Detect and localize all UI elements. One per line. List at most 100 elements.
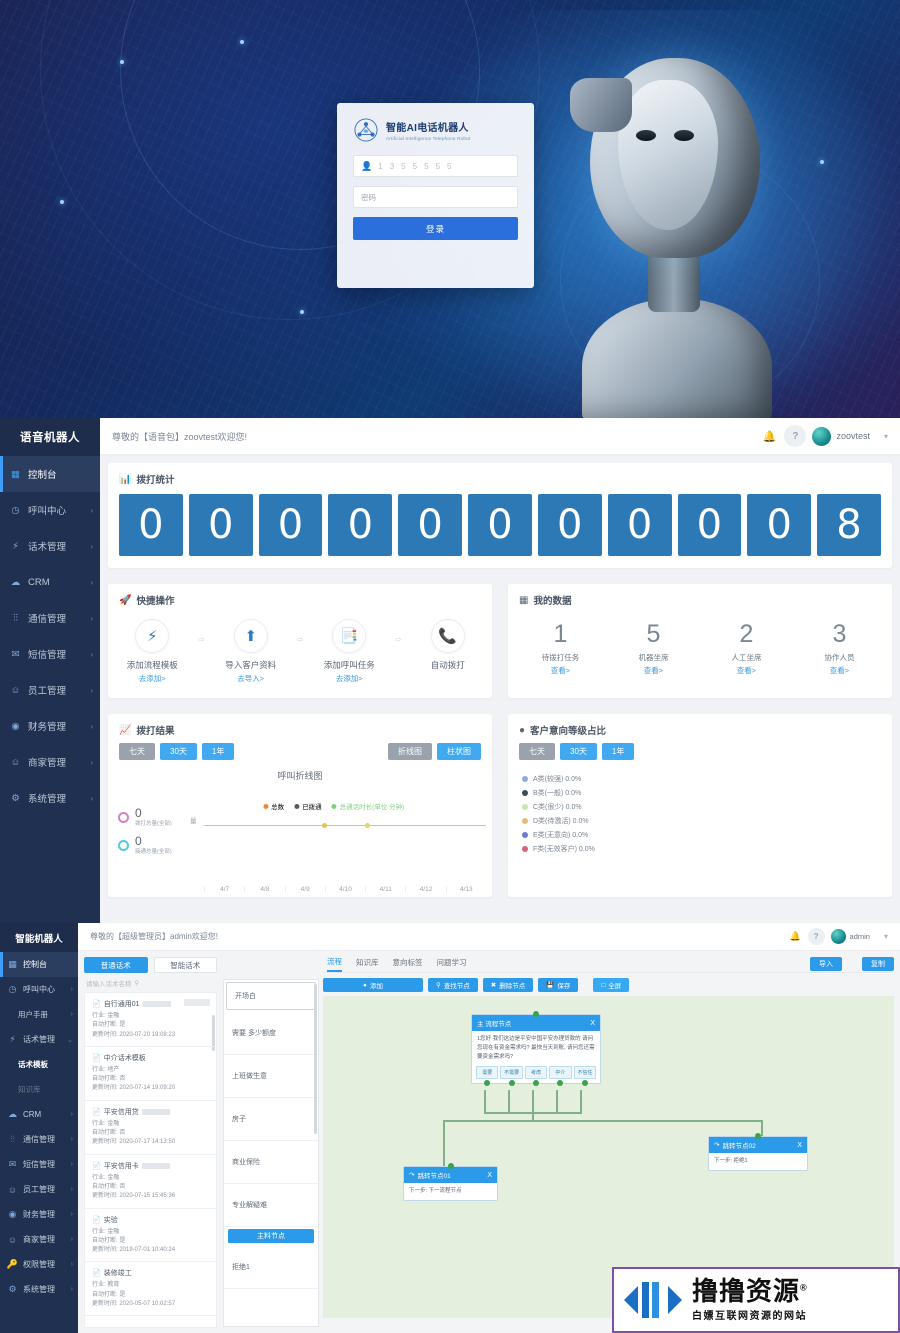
list-item[interactable]: 📄 实验 行业: 金融 自动打断: 是 更新时间: 2019-07-01 10:…	[85, 1209, 216, 1263]
sidebar-item-merchant-mgmt[interactable]: ☺ 商家管理 ›	[0, 744, 100, 780]
node-header[interactable]: ↷ 跳转节点01 X	[404, 1167, 497, 1183]
tab-knowledge-base[interactable]: 知识库	[356, 957, 379, 971]
username-field[interactable]: 👤 1 3 5 5 5 5 5	[353, 155, 518, 177]
node-list-item[interactable]: 房子	[224, 1098, 318, 1141]
list-item[interactable]: 📄 平安信用贷 行业: 金融 自动打断: 否 更新时间: 2020-07-17 …	[85, 1101, 216, 1155]
flow-node-main[interactable]: 主 流程节点 X 1您好 我们这边是平安中国平安办理贷款的 请问您现在有资金需求…	[471, 1011, 601, 1087]
sidebar-item-staff-mgmt[interactable]: ☺ 员工管理 ›	[0, 672, 100, 708]
tab-normal-script[interactable]: 普通话术	[84, 957, 148, 973]
import-button[interactable]: 导入	[810, 956, 842, 971]
node-header[interactable]: ↷ 跳转节点02 X	[709, 1137, 807, 1153]
intent-range-30d[interactable]: 30天	[560, 743, 597, 760]
sidebar-item-comm-mgmt[interactable]: ⫶⫶ 通信管理 ›	[0, 600, 100, 636]
delete-node-button[interactable]: ✖ 删除节点	[482, 978, 534, 992]
node-list-item[interactable]: 专业解疑难	[224, 1184, 318, 1227]
password-field[interactable]: 密码	[353, 186, 518, 208]
quick-action-import-customers[interactable]: ⬆ 导入客户资料 去导入>	[213, 619, 290, 684]
sidebar-item-script-template[interactable]: 话术模板	[0, 1052, 78, 1077]
sidebar-item-sms-mgmt[interactable]: ✉ 短信管理 ›	[0, 636, 100, 672]
node-option[interactable]: 不需要	[500, 1066, 523, 1087]
sidebar-item-console[interactable]: ▦ 控制台	[0, 952, 78, 977]
intent-range-1y[interactable]: 1年	[601, 743, 635, 760]
script-list[interactable]: 📄 自行通用01 行业: 金融 自动打断: 是 更新时间: 2020-07-20…	[84, 992, 217, 1328]
sidebar-item-finance-mgmt[interactable]: ◉ 财务管理 ›	[0, 1202, 78, 1227]
fullscreen-button[interactable]: □ 全屏	[593, 978, 630, 992]
help-icon[interactable]: ?	[807, 928, 825, 945]
sidebar-item-system-mgmt[interactable]: ⚙ 系统管理 ›	[0, 1277, 78, 1302]
node-list-item[interactable]: 需要 多少额度	[224, 1012, 318, 1055]
scrollbar-thumb[interactable]	[314, 984, 317, 1134]
list-item[interactable]: 📄 装修竣工 行业: 教育 自动打断: 是 更新时间: 2020-05-07 1…	[85, 1262, 216, 1317]
close-icon[interactable]: X	[590, 1020, 595, 1027]
stat-link[interactable]: 查看>	[700, 665, 793, 676]
quick-action-link[interactable]: 去添加>	[114, 673, 191, 684]
bell-icon[interactable]: 🔔	[787, 928, 804, 945]
close-icon[interactable]: X	[797, 1142, 802, 1149]
add-node-button[interactable]: ● 添加	[323, 978, 423, 992]
find-node-button[interactable]: ⚲ 查找节点	[428, 978, 478, 992]
node-name-list[interactable]: 开场白 需要 多少额度 上班做生意 房子 商业保险 专业解疑难 主料节点 拒绝1	[223, 979, 319, 1327]
sidebar-item-sms-mgmt[interactable]: ✉ 短信管理 ›	[0, 1152, 78, 1177]
sidebar-item-staff-mgmt[interactable]: ☺ 员工管理 ›	[0, 1177, 78, 1202]
sidebar-item-crm[interactable]: ☁ CRM ›	[0, 1102, 78, 1127]
sidebar-item-crm[interactable]: ☁ CRM ›	[0, 564, 100, 600]
node-list-item[interactable]: 上班做生意	[224, 1055, 318, 1098]
range-button-7d[interactable]: 七天	[119, 743, 155, 760]
stat-link[interactable]: 查看>	[793, 665, 886, 676]
node-option[interactable]: 不信任	[573, 1066, 597, 1087]
sidebar-item-comm-mgmt[interactable]: ⫶⫶ 通信管理 ›	[0, 1127, 78, 1152]
bell-icon[interactable]: 🔔	[758, 425, 780, 447]
help-icon[interactable]: ?	[784, 425, 807, 447]
range-button-30d[interactable]: 30天	[160, 743, 197, 760]
sidebar-item-user-manual[interactable]: 用户手册 ›	[0, 1002, 78, 1027]
node-list-item[interactable]: 开场白	[226, 982, 316, 1010]
chevron-down-icon[interactable]: ▾	[884, 432, 888, 441]
node-option[interactable]: 需要	[476, 1066, 499, 1087]
sidebar-item-system-mgmt[interactable]: ⚙ 系统管理 ›	[0, 780, 100, 816]
node-option[interactable]: 考虑	[524, 1066, 548, 1087]
stat-collaborators[interactable]: 3 协作人员 查看>	[793, 621, 886, 676]
chart-type-line-button[interactable]: 折线图	[388, 743, 432, 760]
avatar[interactable]	[812, 426, 832, 446]
close-icon[interactable]: X	[487, 1172, 492, 1179]
sidebar-item-script-mgmt[interactable]: ⚡ 话术管理 ⌄	[0, 1027, 78, 1052]
avatar[interactable]	[830, 929, 846, 944]
quick-action-link[interactable]: 去添加>	[311, 673, 388, 684]
sidebar-item-call-center[interactable]: ◷ 呼叫中心 ›	[0, 977, 78, 1002]
flow-node-jump02[interactable]: ↷ 跳转节点02 X 下一步: 拒绝1	[708, 1133, 808, 1172]
sidebar-item-merchant-mgmt[interactable]: ☺ 商家管理 ›	[0, 1227, 78, 1252]
range-button-1y[interactable]: 1年	[201, 743, 235, 760]
copy-button[interactable]: 复制	[862, 956, 894, 971]
stat-link[interactable]: 查看>	[514, 665, 607, 676]
sidebar-item-script-mgmt[interactable]: ⚡ 话术管理 ›	[0, 528, 100, 564]
stat-robot-seats[interactable]: 5 机器坐席 查看>	[607, 621, 700, 676]
list-item[interactable]: 📄 中介话术模板 行业: 地产 自动打断: 否 更新时间: 2020-07-14…	[85, 1047, 216, 1101]
list-item[interactable]: 📄 平安信用卡 行业: 金融 自动打断: 否 更新时间: 2020-07-15 …	[85, 1155, 216, 1209]
stat-pending-tasks[interactable]: 1 待拨打任务 查看>	[514, 621, 607, 676]
sidebar-item-permission-mgmt[interactable]: 🔑 权限管理 ›	[0, 1252, 78, 1277]
list-item[interactable]: 📄 自行通用01 行业: 金融 自动打断: 是 更新时间: 2020-07-20…	[85, 993, 216, 1047]
node-option[interactable]: 中介	[549, 1066, 572, 1087]
login-submit-button[interactable]: 登录	[353, 217, 518, 240]
quick-action-add-task[interactable]: 📑 添加呼叫任务 去添加>	[311, 619, 388, 684]
sidebar-item-console[interactable]: ▦ 控制台	[0, 456, 100, 492]
sidebar-item-knowledge-base[interactable]: 知识库	[0, 1077, 78, 1102]
intent-range-7d[interactable]: 七天	[519, 743, 555, 760]
node-header[interactable]: 主 流程节点 X	[472, 1015, 600, 1031]
sidebar-item-call-center[interactable]: ◷ 呼叫中心 ›	[0, 492, 100, 528]
sidebar-item-finance-mgmt[interactable]: ◉ 财务管理 ›	[0, 708, 100, 744]
chevron-down-icon[interactable]: ▾	[884, 932, 888, 941]
stat-human-seats[interactable]: 2 人工坐席 查看>	[700, 621, 793, 676]
tab-intent-tags[interactable]: 意向标签	[393, 957, 423, 971]
tab-flow[interactable]: 流程	[327, 956, 342, 972]
node-list-item[interactable]: 商业保险	[224, 1141, 318, 1184]
quick-action-link[interactable]: 去导入>	[213, 673, 290, 684]
node-list-item-selected[interactable]: 主料节点	[228, 1229, 314, 1244]
chart-type-bar-button[interactable]: 柱状图	[437, 743, 481, 760]
save-button[interactable]: 💾 保存	[538, 978, 579, 992]
flow-node-jump01[interactable]: ↷ 跳转节点01 X 下一步: 下一流程节点	[403, 1163, 498, 1202]
quick-action-auto-dial[interactable]: 📞 自动拨打	[410, 619, 487, 671]
stat-link[interactable]: 查看>	[607, 665, 700, 676]
search-icon[interactable]: ⚲	[135, 979, 140, 987]
tab-smart-script[interactable]: 智能话术	[153, 957, 217, 973]
